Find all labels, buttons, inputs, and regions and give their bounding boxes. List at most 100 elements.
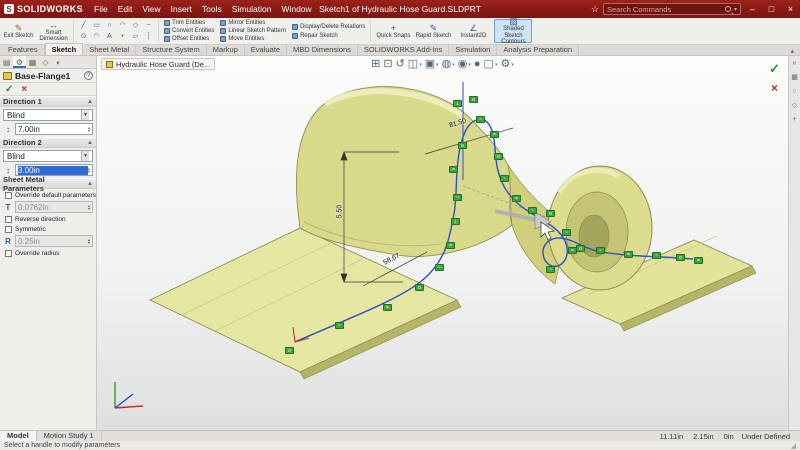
hide-show-items-icon[interactable]: ◉▾ [458, 58, 471, 71]
fillet-icon[interactable]: ◠ [90, 31, 103, 42]
design-library-icon[interactable]: ▦ [791, 74, 798, 82]
collapse-icon[interactable]: ▲ [87, 140, 93, 146]
ellipse-icon[interactable]: ⊙ [77, 31, 90, 42]
confirm-ok-button[interactable]: ✓ [769, 61, 780, 77]
dimxpertmanager-tab[interactable]: ◇ [39, 56, 52, 68]
tab-markup[interactable]: Markup [207, 44, 245, 55]
confirm-cancel-button[interactable]: × [771, 81, 778, 95]
chevron-down-icon[interactable]: ▼ [81, 151, 89, 161]
chevron-down-icon[interactable]: ▾ [511, 62, 514, 68]
smart-dimension-button[interactable]: ↔ Smart Dimension [37, 19, 70, 43]
tab-structure-system[interactable]: Structure System [136, 44, 207, 55]
study-tab-motion-study-1[interactable]: Motion Study 1 [37, 431, 102, 441]
favorites-star-icon[interactable]: ☆ [591, 4, 599, 15]
zoom-area-icon[interactable]: ⊡ [383, 58, 392, 71]
override-params-checkbox[interactable] [5, 192, 12, 199]
exit-sketch-button[interactable]: ✎ Exit Sketch [2, 19, 35, 43]
arc-icon[interactable]: ◠ [116, 20, 129, 31]
direction1-header[interactable]: Direction 1 ▲ [0, 96, 96, 107]
ribbon-move-entities[interactable]: Move Entities [218, 36, 288, 43]
sketch-relation-badge[interactable]: o [676, 254, 685, 261]
menu-tools[interactable]: Tools [197, 0, 227, 18]
line-icon[interactable]: ╱ [77, 20, 90, 31]
menu-file[interactable]: File [89, 0, 113, 18]
sketch-relation-badge[interactable]: o [576, 245, 585, 252]
menu-edit[interactable]: Edit [113, 0, 138, 18]
view-orientation-icon[interactable]: ▣▾ [425, 58, 439, 71]
sketch-relation-badge[interactable]: = [449, 166, 458, 173]
text-icon[interactable]: A [103, 31, 116, 42]
tab-mbd-dimensions[interactable]: MBD Dimensions [287, 44, 358, 55]
chevron-down-icon[interactable]: ▾ [436, 62, 439, 68]
featuremanager-tab[interactable]: ▤ [0, 56, 13, 68]
direction1-end-condition-select[interactable]: Blind ▼ [3, 109, 93, 121]
sketch-relation-badge[interactable]: = [512, 195, 521, 202]
construction-line-icon[interactable]: ┆ [142, 31, 155, 42]
custom-properties-icon[interactable]: + [792, 116, 796, 124]
reverse-direction-checkbox[interactable] [5, 216, 12, 223]
polygon-icon[interactable]: ◇ [129, 20, 142, 31]
ribbon-mirror-entities[interactable]: Mirror Entities [218, 19, 288, 26]
tab-sketch[interactable]: Sketch [45, 43, 84, 55]
sketch-relation-badge[interactable]: ~ [476, 116, 485, 123]
menu-simulation[interactable]: Simulation [227, 0, 277, 18]
collapse-icon[interactable]: ▲ [87, 99, 93, 105]
sketch-relation-badge[interactable]: ~ [652, 252, 661, 259]
ribbon-trim-entities[interactable]: Trim Entities [162, 19, 216, 26]
appearances-icon[interactable]: ◇ [792, 102, 797, 110]
rectangle-icon[interactable]: ▭ [90, 20, 103, 31]
ribbon-convert-entities[interactable]: Convert Entities [162, 27, 216, 34]
spinner-icon[interactable]: ▴▾ [88, 238, 90, 245]
sheet-metal-header[interactable]: Sheet Metal Parameters ▲ [0, 178, 96, 189]
symmetric-checkbox[interactable] [5, 226, 12, 233]
previous-view-icon[interactable]: ↺ [396, 58, 405, 71]
override-radius-checkbox[interactable] [5, 250, 12, 257]
sketch-relation-badge[interactable]: o [458, 142, 467, 149]
chevron-down-icon[interactable]: ▾ [452, 62, 455, 68]
ribbon-offset-entities[interactable]: Offset Entities [162, 36, 216, 43]
sketch-relation-badge[interactable]: ⊥ [453, 100, 462, 107]
sketch-relation-badge[interactable]: ~ [335, 322, 344, 329]
collapse-taskpane-icon[interactable]: « [793, 60, 797, 68]
tab-simulation[interactable]: Simulation [449, 44, 497, 55]
ribbon-display-delete-relations[interactable]: Display/Delete Relations [290, 23, 367, 31]
view-settings-icon[interactable]: ⚙▾ [500, 58, 513, 71]
direction1-depth-field[interactable]: 7.00in ▴▾ [15, 123, 93, 135]
displaymanager-tab[interactable]: ◐ [52, 56, 65, 68]
help-icon[interactable]: ? [84, 71, 93, 80]
bend-radius-field[interactable]: 0.25in ▴▾ [15, 235, 93, 247]
sketch-relation-badge[interactable]: = [624, 251, 633, 258]
sketch-relation-badge[interactable]: = [383, 304, 392, 311]
sketch-relation-badge[interactable]: o [415, 284, 424, 291]
tab-analysis-preparation[interactable]: Analysis Preparation [497, 44, 579, 55]
sketch-relation-badge[interactable]: ~ [528, 207, 537, 214]
graphics-viewport[interactable]: Hydraulic Hose Guard (De... ⊞⊡↺◫▾▣▾◍▾◉▾●… [97, 56, 788, 430]
menu-insert[interactable]: Insert [166, 0, 197, 18]
study-tab-model[interactable]: Model [0, 431, 37, 441]
chevron-down-icon[interactable]: ▼ [81, 110, 89, 120]
ribbon-linear-sketch-pattern[interactable]: Linear Sketch Pattern [218, 27, 288, 34]
ribbon-quick-snaps[interactable]: +Quick Snaps [374, 19, 412, 43]
menu-window[interactable]: Window [276, 0, 316, 18]
chevron-down-icon[interactable]: ▾ [495, 62, 498, 68]
sketch-relation-badge[interactable]: ~ [435, 264, 444, 271]
model-canvas[interactable] [97, 56, 788, 430]
search-dropdown-icon[interactable]: ▾ [734, 6, 737, 13]
sketch-relation-badge[interactable]: ~ [546, 266, 555, 273]
ribbon-pin-icon[interactable]: ▴ [790, 47, 800, 55]
tab-features[interactable]: Features [2, 44, 45, 55]
spline-icon[interactable]: ~ [142, 20, 155, 31]
cancel-feature-button[interactable]: × [21, 84, 27, 95]
maximize-button[interactable]: □ [764, 2, 779, 16]
minimize-button[interactable]: – [745, 2, 760, 16]
chevron-down-icon[interactable]: ▾ [468, 62, 471, 68]
sketch-relation-badge[interactable]: o [546, 210, 555, 217]
direction2-header[interactable]: Direction 2 ▲ [0, 137, 96, 148]
document-viewport-tab[interactable]: Hydraulic Hose Guard (De... [101, 58, 215, 70]
search-icon[interactable] [725, 6, 731, 12]
ribbon-shaded-sketch-contours[interactable]: ▨Shaded Sketch Contours [494, 19, 532, 43]
point-icon[interactable]: • [116, 31, 129, 42]
propertymanager-tab[interactable]: ⚙ [13, 56, 26, 68]
accept-button[interactable]: ✓ [5, 84, 13, 95]
section-view-icon[interactable]: ◫▾ [408, 58, 422, 71]
